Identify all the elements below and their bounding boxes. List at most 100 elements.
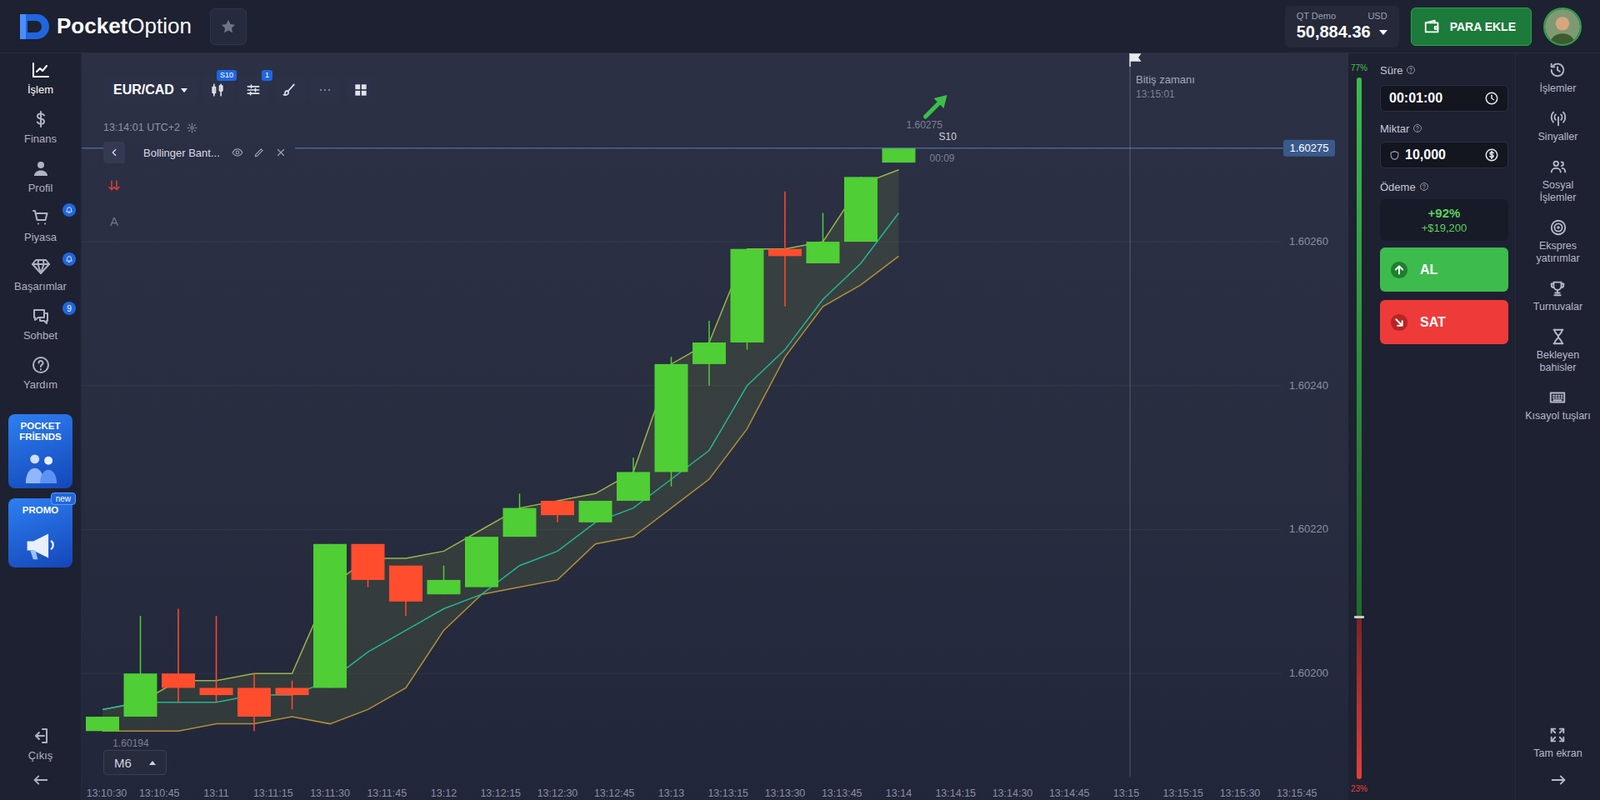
candle[interactable] (616, 457, 650, 501)
candle[interactable] (655, 356, 689, 486)
candle[interactable] (579, 500, 613, 523)
dots-icon (316, 81, 334, 99)
candle-body (389, 565, 423, 602)
candle[interactable] (200, 615, 234, 703)
sidebar-item[interactable]: Piyasa (0, 200, 81, 250)
candle[interactable] (768, 191, 802, 307)
arrow-down-icon (1390, 313, 1409, 332)
candle-body (692, 342, 726, 365)
indicators-button[interactable]: 1 (238, 76, 270, 104)
timeframe-label: M6 (114, 755, 132, 770)
amount-field[interactable]: 10,000 (1380, 141, 1509, 169)
logo[interactable]: PocketOption (18, 12, 192, 41)
candle[interactable] (882, 148, 916, 163)
remove-indicator-button[interactable] (273, 145, 289, 160)
collapse-icon (108, 146, 120, 159)
edit-indicator-button[interactable] (251, 145, 267, 160)
candle-body (275, 687, 310, 695)
sidebar-item[interactable]: Finans (0, 102, 81, 152)
toggle-visibility-button[interactable] (230, 145, 245, 160)
duration-field[interactable]: 00:01:00 (1380, 85, 1509, 112)
logout-button[interactable]: Çıkış (0, 719, 81, 769)
wallet-icon (1423, 17, 1442, 36)
candle[interactable] (124, 615, 158, 717)
sort-tool-button[interactable] (103, 175, 125, 197)
star-icon (219, 17, 238, 36)
dollar-icon (30, 109, 51, 130)
candle[interactable] (806, 213, 840, 264)
profile-icon (30, 158, 51, 179)
chart-type-button[interactable]: S10 (202, 76, 234, 104)
grid-line (81, 529, 1282, 530)
sell-button[interactable]: SAT (1380, 300, 1509, 345)
right-sidebar-item[interactable]: Kısayol tuşları (1525, 382, 1591, 429)
candle[interactable] (389, 565, 423, 616)
candle[interactable] (237, 673, 271, 731)
eye-icon (231, 146, 244, 159)
candle-body (768, 249, 802, 257)
sell-label: SAT (1420, 315, 1446, 330)
deposit-button[interactable]: PARA EKLE (1410, 7, 1532, 46)
price-chart[interactable]: Bitiş zamanı13:15:011.60275S1000:091.602… (81, 53, 1349, 800)
chart-clock: 13:14:01 UTC+2 (103, 120, 198, 135)
right-sidebar-item[interactable]: Ekspres yatırımlar (1524, 212, 1593, 271)
indicator-actions (230, 145, 289, 160)
left-sidebar: İşlemFinansProfilPiyasaBaşarımlarSohbet9… (0, 53, 82, 800)
candle[interactable] (275, 680, 310, 710)
candle[interactable] (692, 320, 726, 386)
expiry-time: 13:15:01 (1135, 88, 1175, 100)
sidebar-item[interactable]: Profil (0, 151, 81, 201)
time-tick: 13:13 (658, 787, 685, 800)
buy-button[interactable]: AL (1380, 247, 1509, 292)
expand-panel-button[interactable] (1545, 770, 1571, 790)
target-icon (1549, 218, 1568, 237)
sidebar-item[interactable]: İşlem (0, 53, 81, 103)
account-balance[interactable]: QT DemoUSD50,884.36 (1285, 5, 1400, 48)
candle[interactable] (351, 544, 385, 588)
candle[interactable] (313, 544, 347, 689)
time-tick: 13:15:15 (1162, 787, 1204, 800)
top-bar: PocketOption QT DemoUSD50,884.36 PARA EKLE (0, 0, 1600, 54)
time-tick: 13:10:30 (86, 787, 128, 800)
sidebar-item[interactable]: Başarımlar (0, 250, 81, 300)
candle[interactable] (844, 176, 878, 242)
candle[interactable] (161, 608, 195, 702)
right-sidebar-item[interactable]: Sosyal İşlemler (1524, 151, 1593, 210)
right-sidebar-item[interactable]: Bekleyen bahisler (1524, 321, 1593, 380)
candle[interactable] (540, 500, 575, 523)
favorite-button[interactable] (210, 8, 247, 45)
candle[interactable] (730, 249, 765, 350)
collapse-sidebar-button[interactable] (28, 770, 54, 790)
candle[interactable] (503, 493, 537, 537)
time-tick: 13:10:45 (139, 787, 180, 800)
sliders-icon (245, 81, 262, 99)
sidebar-item[interactable]: Sohbet9 (0, 299, 81, 349)
layout-button[interactable] (345, 76, 377, 104)
candle-body (844, 176, 878, 242)
chart-area[interactable]: Bitiş zamanı13:15:011.60275S1000:091.602… (81, 53, 1349, 800)
candle-body (200, 687, 234, 695)
right-sidebar-item[interactable]: Sinyaller (1538, 103, 1579, 150)
sidebar-item[interactable]: Yardım (0, 348, 81, 398)
text-tool-button[interactable]: A (103, 210, 125, 232)
fullscreen-button[interactable]: Tam ekran (1533, 720, 1582, 766)
candle[interactable] (85, 716, 120, 731)
arrow-left-icon (31, 770, 50, 790)
promo-card[interactable]: POCKET FRİENDS (8, 414, 73, 489)
time-tick: 13:15:45 (1276, 787, 1318, 800)
candle[interactable] (465, 536, 499, 587)
right-sidebar-item[interactable]: Turnuvalar (1533, 273, 1583, 320)
promo-card[interactable]: PROMOnew (8, 498, 73, 568)
avatar[interactable] (1543, 7, 1582, 46)
right-sidebar-item[interactable]: İşlemler (1540, 55, 1577, 101)
timeframe-select[interactable]: M6 (103, 750, 167, 775)
drawing-button[interactable] (274, 76, 305, 104)
price-tick: 1.60240 (1289, 379, 1329, 392)
grid-line (81, 241, 1282, 243)
pair-select[interactable]: EUR/CAD (103, 76, 198, 104)
collapse-indicators-button[interactable] (103, 141, 125, 164)
avatar-icon (1545, 9, 1580, 45)
more-button[interactable] (310, 76, 341, 104)
candle[interactable] (427, 565, 461, 595)
indicator-row: Bollinger Bant... (103, 141, 295, 164)
